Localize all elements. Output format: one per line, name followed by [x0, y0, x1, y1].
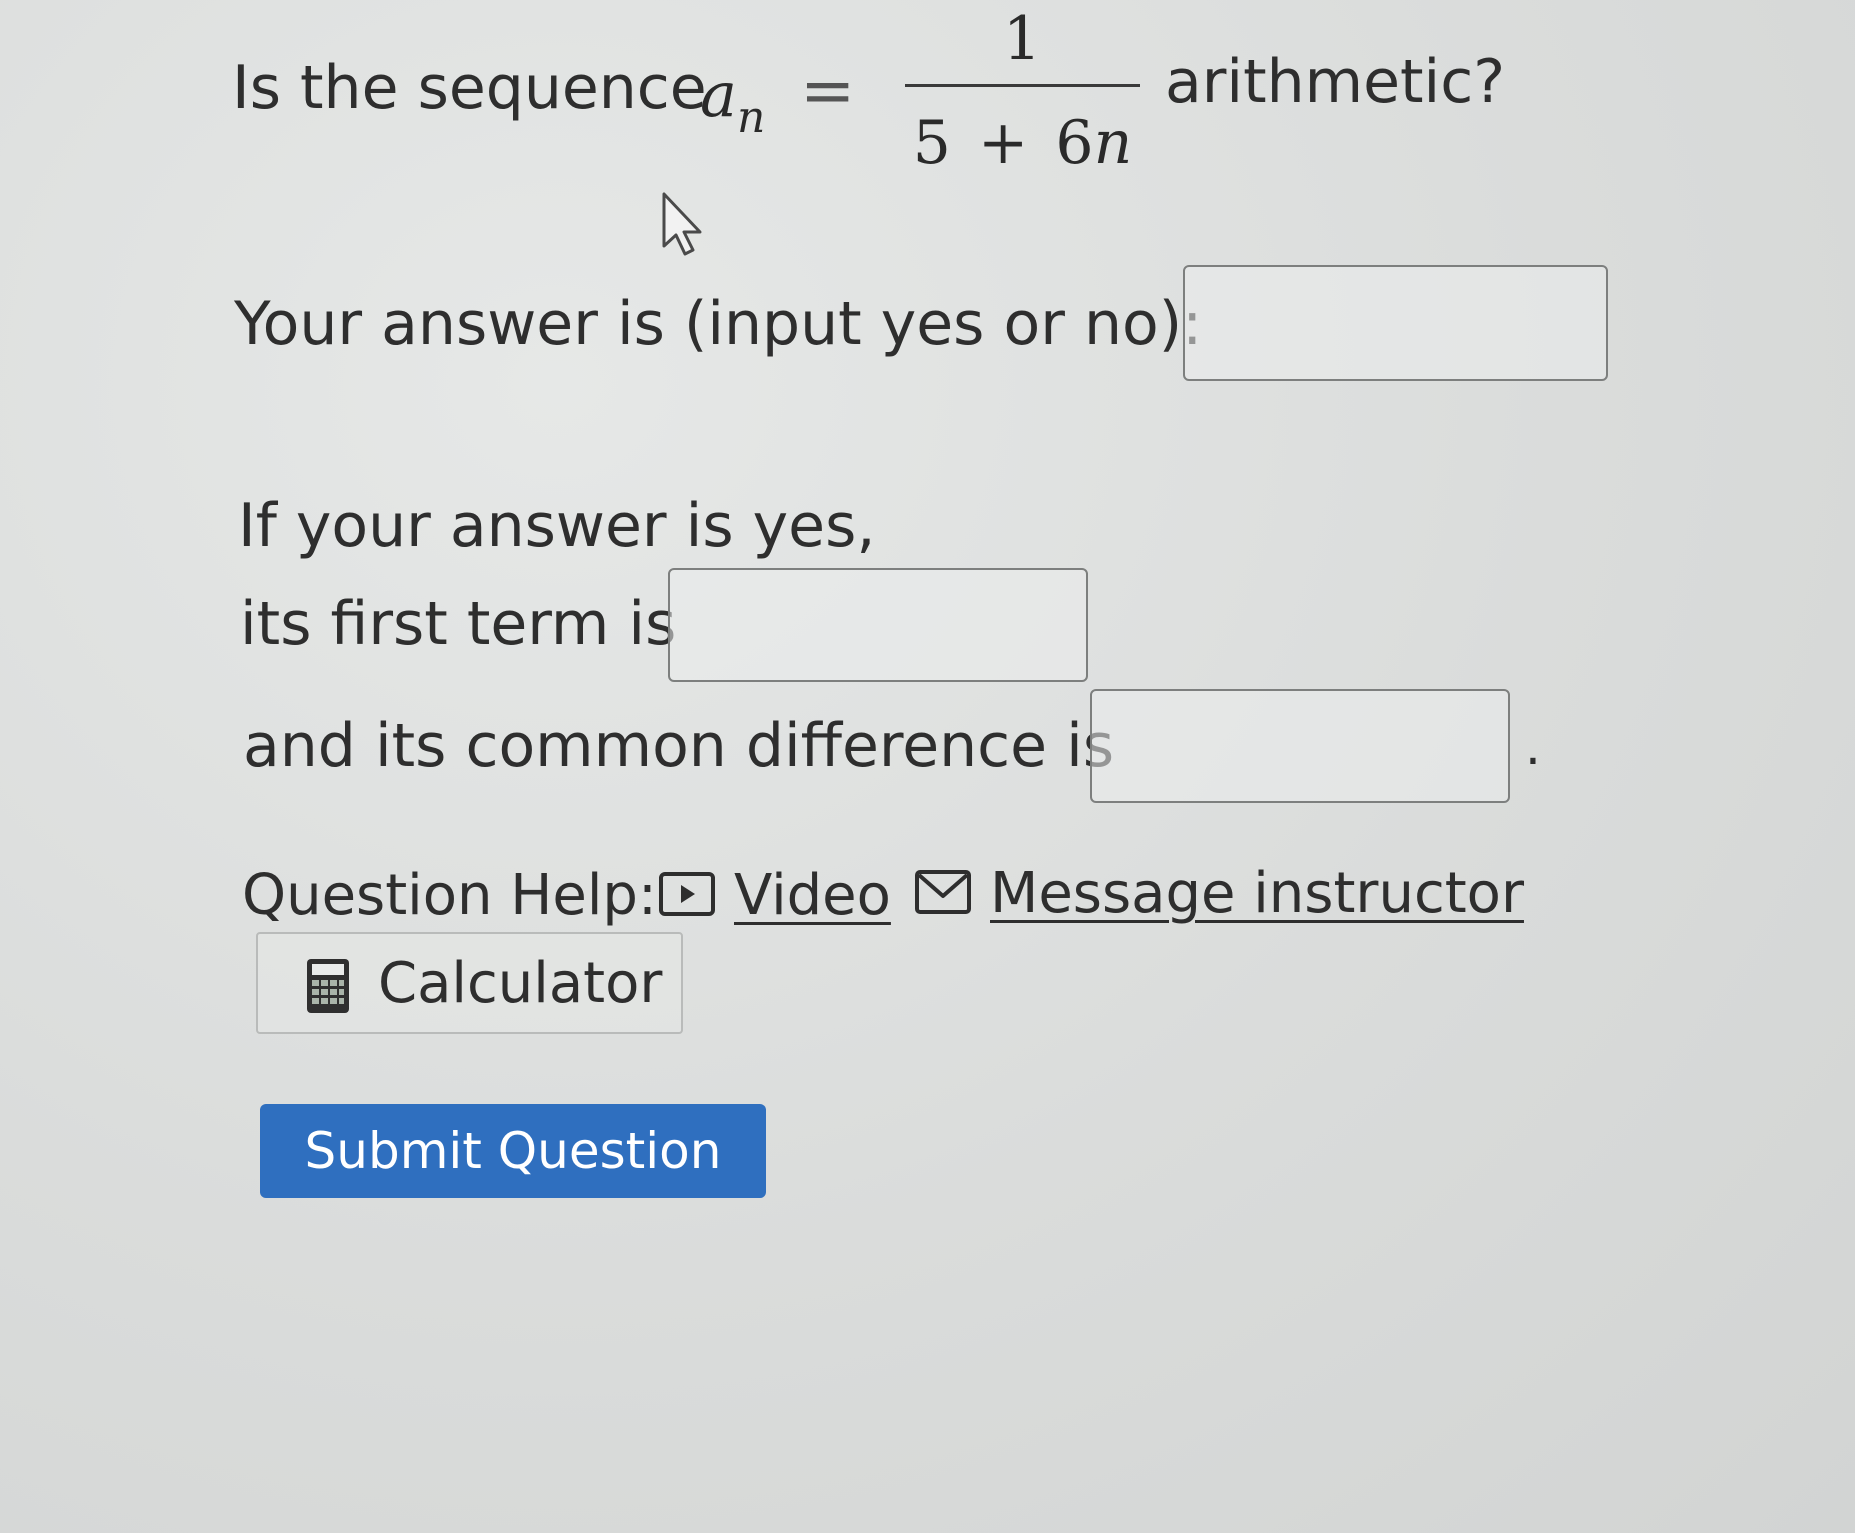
- fraction-bar: [905, 84, 1140, 87]
- answer-label: Your answer is (input yes or no):: [234, 289, 1203, 359]
- common-difference-label: and its common difference is: [243, 711, 1115, 781]
- denominator-coefficient: 6: [1055, 108, 1094, 178]
- denominator-variable: n: [1093, 108, 1133, 178]
- first-term-label: its first term is: [240, 589, 677, 659]
- question-suffix: arithmetic?: [1165, 47, 1506, 117]
- submit-question-label: Submit Question: [304, 1122, 722, 1180]
- denominator-constant: 5: [912, 108, 951, 178]
- yes-no-answer-input[interactable]: [1183, 265, 1608, 381]
- envelope-icon: [915, 870, 971, 914]
- followup-intro: If your answer is yes,: [238, 491, 876, 561]
- variable-subscript: n: [736, 92, 766, 143]
- calculator-button[interactable]: Calculator: [256, 932, 683, 1034]
- video-link-label: Video: [734, 863, 891, 928]
- trailing-period: .: [1525, 718, 1541, 776]
- mouse-cursor-icon: [662, 192, 702, 256]
- fraction: 1 5 + 6n: [905, 0, 1140, 178]
- fraction-numerator: 1: [1003, 4, 1042, 74]
- common-difference-input[interactable]: [1090, 689, 1510, 803]
- question-prefix: Is the sequence: [232, 53, 707, 123]
- question-help-label: Question Help:: [242, 863, 657, 928]
- equals-sign: =: [800, 52, 856, 129]
- first-term-input[interactable]: [668, 568, 1088, 682]
- variable-base: a: [700, 58, 737, 131]
- calculator-label: Calculator: [378, 951, 663, 1016]
- video-play-icon: [659, 872, 715, 916]
- submit-question-button[interactable]: Submit Question: [260, 1104, 766, 1198]
- sequence-variable: an: [700, 58, 765, 143]
- denominator-plus: +: [978, 108, 1029, 178]
- message-instructor-label: Message instructor: [990, 861, 1524, 926]
- calculator-icon: [307, 959, 349, 1013]
- fraction-denominator: 5 + 6n: [905, 108, 1140, 178]
